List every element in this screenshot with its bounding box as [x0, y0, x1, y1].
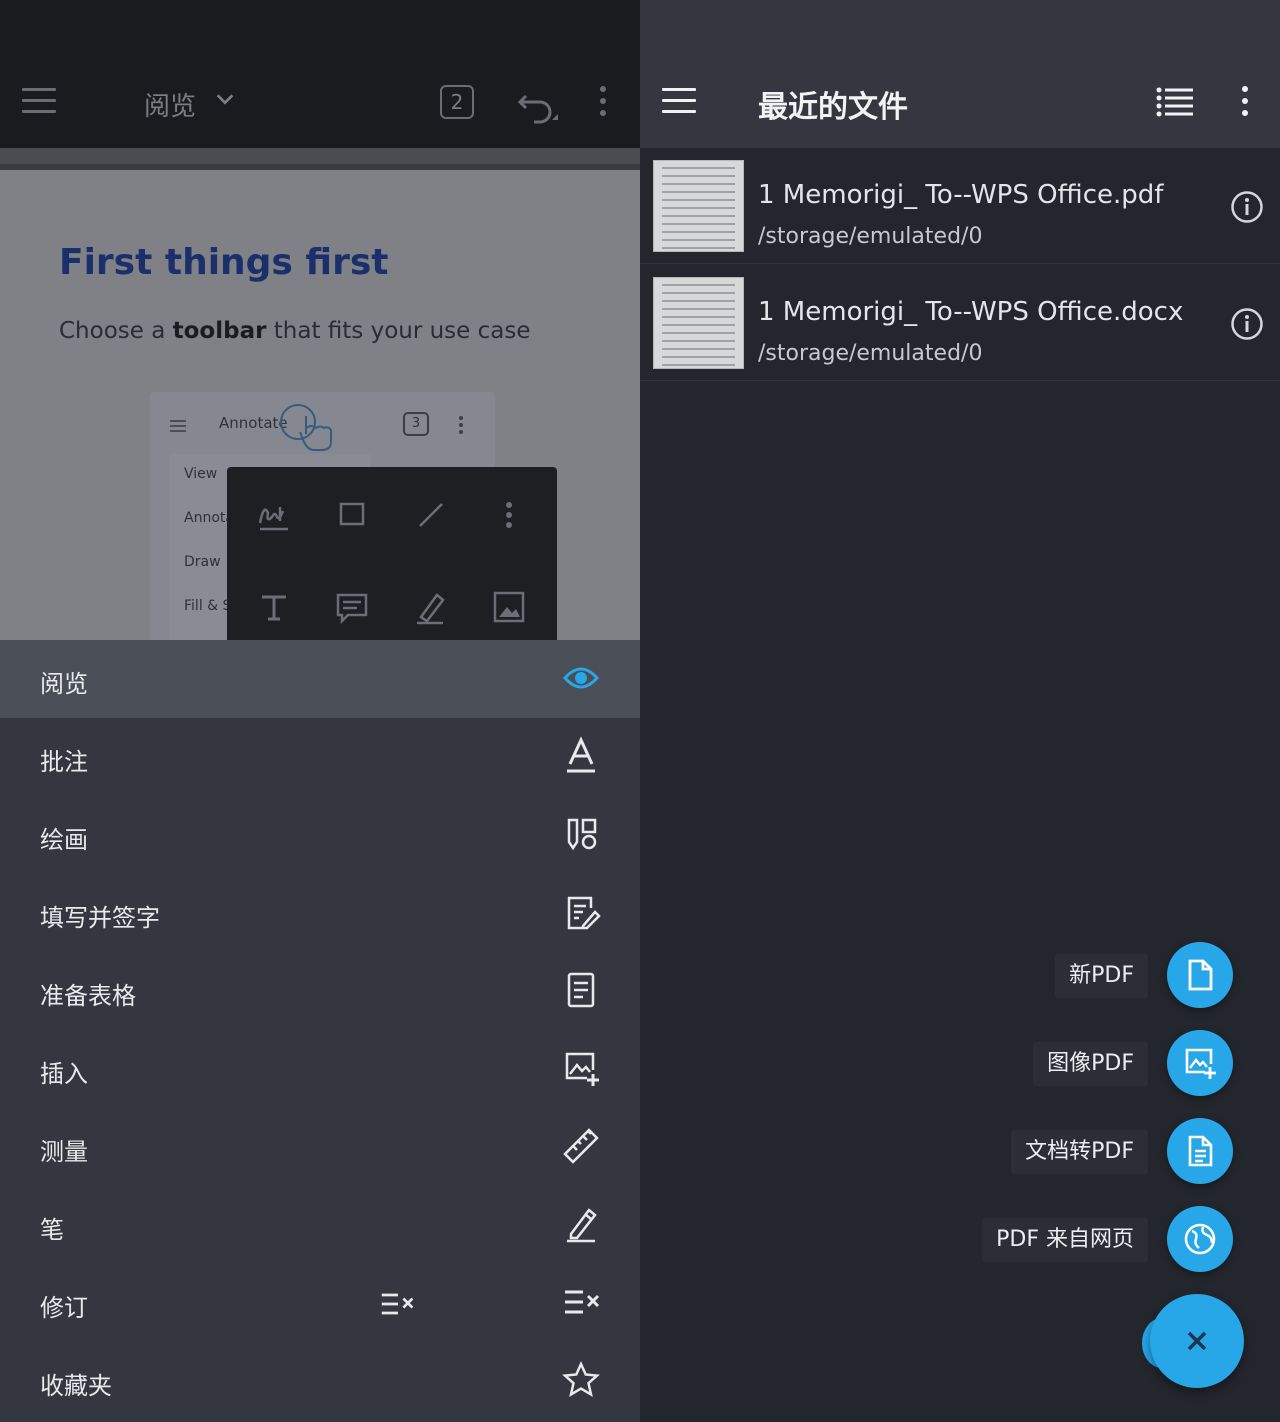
image-tool-icon	[493, 591, 525, 623]
menu-item-annotate[interactable]: 批注	[0, 718, 640, 796]
menu-icon[interactable]	[22, 88, 56, 116]
fab-action-new-pdf[interactable]: 新PDF	[640, 942, 1280, 1008]
chevron-down-icon[interactable]	[214, 88, 236, 110]
file-thumbnail	[653, 160, 744, 252]
insert-image-icon	[565, 1052, 599, 1086]
preview-menu-icon	[170, 420, 186, 435]
right-pane: 最近的文件 1 Memorigi_ To--WPS Office.pdf /st…	[640, 0, 1280, 1422]
menu-item-label: 填写并签字	[40, 904, 160, 932]
preview-tool-palette	[227, 467, 557, 640]
preview-menu-item: View	[184, 466, 218, 482]
fab-action-image-pdf[interactable]: 图像PDF	[640, 1030, 1280, 1096]
preview-menu-item: Draw	[184, 554, 221, 570]
fill-sign-icon	[567, 896, 601, 930]
menu-item-view[interactable]: 阅览	[0, 640, 640, 718]
preview-title: First things first	[59, 242, 389, 283]
toolbar-mode-label[interactable]: 阅览	[144, 86, 196, 123]
menu-item-label: 绘画	[40, 826, 88, 854]
pdf-from-web-button[interactable]	[1167, 1206, 1233, 1272]
text-tool-icon	[262, 595, 286, 621]
star-icon	[562, 1360, 600, 1398]
more-options-icon[interactable]	[598, 86, 608, 118]
menu-item-draw[interactable]: 绘画	[0, 796, 640, 874]
text-annotate-icon	[567, 736, 595, 773]
fab-action-label[interactable]: PDF 来自网页	[982, 1218, 1148, 1262]
form-icon	[567, 972, 595, 1008]
menu-item-favorites[interactable]: 收藏夹	[0, 1342, 640, 1420]
file-list-item[interactable]: 1 Memorigi_ To--WPS Office.pdf /storage/…	[640, 148, 1280, 264]
page-count-badge[interactable]: 2	[440, 85, 474, 119]
preview-more-icon	[459, 416, 463, 437]
fab-action-doc-to-pdf[interactable]: 文档转PDF	[640, 1118, 1280, 1184]
menu-item-label: 收藏夹	[40, 1372, 112, 1400]
line-icon	[419, 503, 443, 527]
menu-icon[interactable]	[662, 88, 696, 116]
new-file-icon	[1188, 959, 1213, 991]
file-path: /storage/emulated/0	[758, 224, 983, 249]
recent-files-toolbar: 最近的文件	[640, 0, 1280, 148]
eye-icon	[562, 667, 600, 689]
list-view-icon[interactable]	[1156, 86, 1194, 118]
menu-item-measure[interactable]: 测量	[0, 1108, 640, 1186]
menu-item-fill-sign[interactable]: 填写并签字	[0, 874, 640, 952]
highlighter-icon	[417, 593, 445, 625]
file-thumbnail	[653, 277, 744, 369]
menu-item-label: 测量	[40, 1138, 88, 1166]
menu-item-prepare-form[interactable]: 准备表格	[0, 952, 640, 1030]
redact-ghost-icon	[381, 1293, 414, 1315]
menu-item-insert[interactable]: 插入	[0, 1030, 640, 1108]
pen-icon	[567, 1208, 597, 1243]
viewer-toolbar: 阅览 2	[0, 0, 640, 148]
doc-to-pdf-button[interactable]	[1167, 1118, 1233, 1184]
toolbar-mode-menu: 阅览 批注 绘画 填写并签字 准备表格 插入 测量 笔 修订 收藏夹	[0, 640, 640, 1422]
draw-tools-icon	[567, 818, 597, 851]
globe-icon	[1184, 1223, 1216, 1255]
menu-item-pen[interactable]: 笔	[0, 1186, 640, 1264]
left-pane: 阅览 2 First things first Choose a toolbar…	[0, 0, 640, 1422]
menu-item-label: 插入	[40, 1060, 88, 1088]
ruler-icon	[563, 1128, 599, 1164]
hand-pointer-icon	[299, 416, 332, 451]
image-pdf-button[interactable]	[1167, 1030, 1233, 1096]
info-icon[interactable]	[1230, 190, 1264, 224]
menu-item-label: 修订	[40, 1294, 88, 1322]
fab-action-label[interactable]: 文档转PDF	[1011, 1130, 1148, 1174]
fab-action-label[interactable]: 图像PDF	[1033, 1042, 1148, 1086]
fab-action-label[interactable]: 新PDF	[1055, 954, 1148, 998]
image-add-icon	[1185, 1048, 1216, 1079]
preview-mode-label: Annotate	[219, 414, 288, 432]
menu-item-redact[interactable]: 修订	[0, 1264, 640, 1342]
more-options-icon[interactable]	[1240, 86, 1250, 118]
menu-item-label: 批注	[40, 748, 88, 776]
redact-icon	[565, 1290, 600, 1314]
file-name: 1 Memorigi_ To--WPS Office.pdf	[758, 180, 1164, 210]
file-path: /storage/emulated/0	[758, 341, 983, 366]
page-title: 最近的文件	[758, 90, 908, 125]
rectangle-icon	[339, 502, 365, 526]
new-pdf-button[interactable]	[1167, 942, 1233, 1008]
preview-page-badge: 3	[403, 412, 429, 436]
signature-icon	[258, 507, 288, 531]
document-preview: First things first Choose a toolbar that…	[0, 170, 640, 640]
document-icon	[1188, 1135, 1213, 1167]
app-root: 阅览 2 First things first Choose a toolbar…	[0, 0, 1280, 1422]
preview-menu-item: Fill & S	[184, 598, 232, 614]
close-icon	[1187, 1331, 1207, 1351]
file-name: 1 Memorigi_ To--WPS Office.docx	[758, 297, 1184, 327]
comment-icon	[336, 593, 368, 625]
menu-item-label: 阅览	[40, 670, 88, 698]
preview-subtitle: Choose a toolbar that fits your use case	[59, 318, 531, 344]
file-list-item[interactable]: 1 Memorigi_ To--WPS Office.docx /storage…	[640, 265, 1280, 381]
menu-item-label: 准备表格	[40, 982, 136, 1010]
undo-icon[interactable]	[516, 84, 560, 124]
close-fab-button[interactable]	[1150, 1294, 1244, 1388]
info-icon[interactable]	[1230, 307, 1264, 341]
more-tools-icon	[506, 502, 512, 528]
menu-item-label: 笔	[40, 1216, 64, 1244]
fab-action-pdf-from-web[interactable]: PDF 来自网页	[640, 1206, 1280, 1272]
